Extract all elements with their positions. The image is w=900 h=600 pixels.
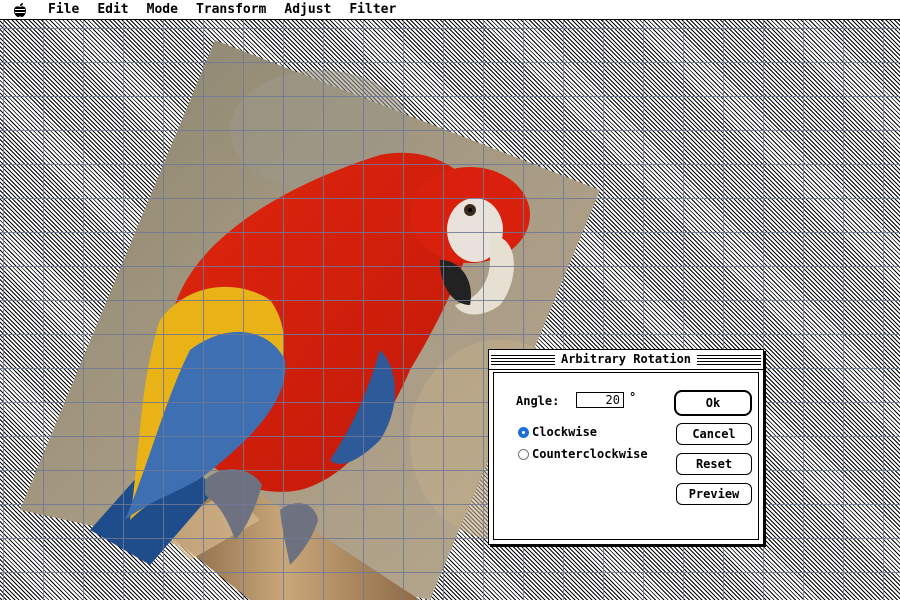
menu-adjust[interactable]: Adjust	[275, 0, 340, 19]
ok-button[interactable]: Ok	[674, 390, 752, 416]
menu-edit[interactable]: Edit	[88, 0, 137, 19]
degree-symbol: °	[629, 390, 637, 404]
counterclockwise-label: Counterclockwise	[532, 447, 648, 461]
menu-bar: File Edit Mode Transform Adjust Filter	[0, 0, 900, 20]
arbitrary-rotation-dialog: Arbitrary Rotation Angle: ° Clockwise Co…	[488, 349, 764, 545]
counterclockwise-radio[interactable]	[518, 448, 529, 460]
rotated-parrot-image	[20, 40, 600, 600]
menu-file[interactable]: File	[40, 0, 88, 19]
reset-button[interactable]: Reset	[676, 453, 752, 475]
angle-label: Angle:	[516, 394, 560, 408]
apple-menu[interactable]	[0, 0, 40, 19]
menu-mode[interactable]: Mode	[138, 0, 187, 19]
preview-button[interactable]: Preview	[676, 483, 752, 505]
cancel-button[interactable]: Cancel	[676, 423, 752, 445]
counterclockwise-option[interactable]: Counterclockwise	[518, 447, 648, 461]
clockwise-label: Clockwise	[532, 425, 598, 439]
angle-input[interactable]	[576, 392, 624, 408]
apple-icon	[14, 2, 26, 17]
dialog-body: Angle: ° Clockwise Counterclockwise Ok C…	[493, 372, 759, 540]
dialog-titlebar[interactable]: Arbitrary Rotation	[489, 350, 763, 370]
image-canvas[interactable]	[0, 20, 900, 600]
clockwise-radio[interactable]	[518, 426, 529, 438]
dialog-title: Arbitrary Rotation	[554, 352, 698, 367]
menu-transform[interactable]: Transform	[187, 0, 275, 19]
menu-filter[interactable]: Filter	[340, 0, 405, 19]
clockwise-option[interactable]: Clockwise	[518, 425, 597, 439]
